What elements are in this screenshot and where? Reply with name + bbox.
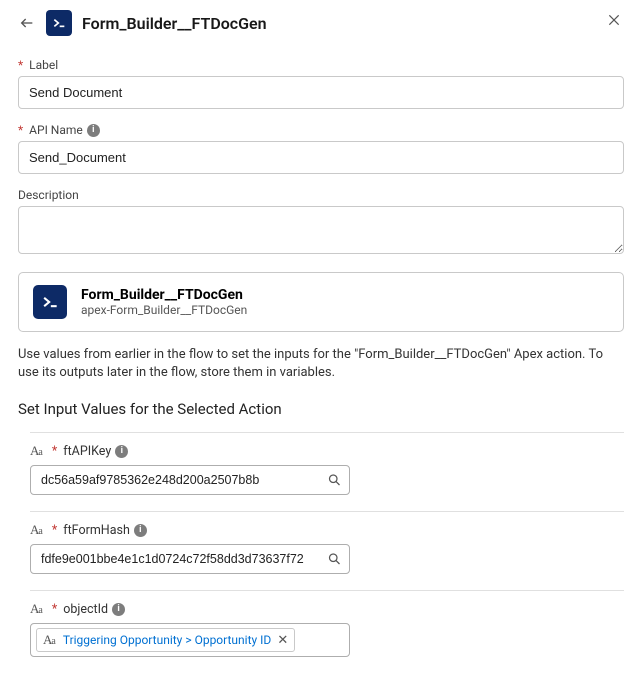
apiname-field-label: * API Name i: [18, 123, 624, 137]
required-asterisk: *: [52, 602, 57, 617]
pill-text: Triggering Opportunity > Opportunity ID: [63, 633, 271, 647]
required-asterisk: *: [18, 123, 23, 137]
apex-action-icon: [33, 285, 67, 319]
lookup-ftapikey: [30, 465, 350, 495]
apex-action-icon: [46, 10, 72, 36]
param-row-objectid: Aa * objectId i Aa Triggering Opportunit…: [30, 590, 624, 673]
description-field-label: Description: [18, 188, 624, 202]
objectid-input[interactable]: Aa Triggering Opportunity > Opportunity …: [30, 623, 350, 657]
label-text: Label: [29, 58, 58, 72]
text-type-icon: Aa: [30, 522, 42, 538]
text-type-icon: Aa: [30, 443, 42, 459]
param-label: Aa * ftFormHash i: [30, 522, 624, 538]
param-label: Aa * objectId i: [30, 601, 624, 617]
back-arrow-icon[interactable]: [18, 14, 36, 32]
action-subtype: apex-Form_Builder__FTDocGen: [81, 303, 247, 317]
search-icon[interactable]: [327, 473, 342, 488]
info-icon[interactable]: i: [87, 124, 100, 137]
info-icon[interactable]: i: [115, 445, 128, 458]
param-label: Aa * ftAPIKey i: [30, 443, 624, 459]
text-type-icon: Aa: [43, 632, 55, 648]
section-title: Set Input Values for the Selected Action: [18, 400, 624, 418]
label-input[interactable]: [18, 76, 624, 109]
param-name: objectId: [63, 602, 108, 617]
apiname-text: API Name: [29, 123, 83, 137]
param-name: ftFormHash: [63, 523, 130, 538]
param-row-ftformhash: Aa * ftFormHash i: [30, 511, 624, 590]
description-text: Description: [18, 188, 79, 202]
required-asterisk: *: [52, 444, 57, 459]
apiname-field-group: * API Name i: [18, 123, 624, 174]
action-config-modal: Form_Builder__FTDocGen * Label * API Nam…: [0, 0, 642, 691]
param-row-ftapikey: Aa * ftAPIKey i: [30, 432, 624, 511]
label-field-group: * Label: [18, 58, 624, 109]
resource-pill[interactable]: Aa Triggering Opportunity > Opportunity …: [36, 628, 295, 652]
description-field-group: Description: [18, 188, 624, 258]
required-asterisk: *: [52, 523, 57, 538]
help-text: Use values from earlier in the flow to s…: [18, 346, 624, 382]
search-icon[interactable]: [327, 552, 342, 567]
modal-header: Form_Builder__FTDocGen: [18, 0, 624, 50]
lookup-ftformhash: [30, 544, 350, 574]
label-field-label: * Label: [18, 58, 624, 72]
apiname-input[interactable]: [18, 141, 624, 174]
required-asterisk: *: [18, 58, 23, 72]
action-name: Form_Builder__FTDocGen: [81, 287, 247, 303]
info-icon[interactable]: i: [112, 603, 125, 616]
text-type-icon: Aa: [30, 601, 42, 617]
ftformhash-input[interactable]: [30, 544, 350, 574]
selected-action-card: Form_Builder__FTDocGen apex-Form_Builder…: [18, 272, 624, 332]
param-name: ftAPIKey: [63, 444, 111, 459]
close-icon[interactable]: [604, 10, 624, 30]
description-input[interactable]: [18, 206, 624, 254]
modal-title: Form_Builder__FTDocGen: [82, 14, 267, 33]
ftapikey-input[interactable]: [30, 465, 350, 495]
remove-pill-icon[interactable]: ✕: [277, 634, 288, 647]
info-icon[interactable]: i: [134, 524, 147, 537]
